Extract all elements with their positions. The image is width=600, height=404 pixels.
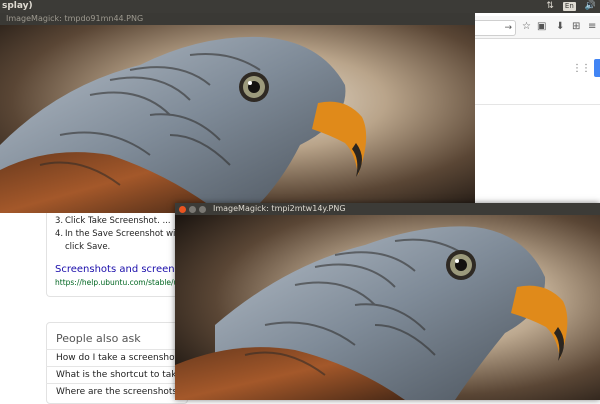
address-bar[interactable]: →	[475, 20, 516, 36]
paa-question[interactable]: How do I take a screenshot	[46, 349, 186, 366]
sign-in-button[interactable]	[594, 59, 600, 77]
people-also-ask-title: People also ask	[56, 332, 141, 345]
keyboard-layout-indicator[interactable]: En	[562, 2, 576, 11]
imagemagick-window-front[interactable]: ImageMagick: tmpi2mtw14y.PNG	[175, 203, 600, 400]
window-title: ImageMagick: tmpi2mtw14y.PNG	[213, 204, 346, 213]
imagemagick-window-back[interactable]: ImageMagick: tmpdo91mn44.PNG	[0, 13, 475, 213]
bird-image[interactable]	[0, 25, 475, 213]
minimize-icon[interactable]	[189, 206, 196, 213]
window-titlebar[interactable]: ImageMagick: tmpdo91mn44.PNG	[0, 13, 475, 25]
result-steps: 3. Click Take Screenshot. ... 4. In the Sa…	[55, 216, 186, 255]
top-panel: splay) ⇅ En 🔊	[0, 0, 600, 13]
menu-icon[interactable]: ≡	[588, 20, 596, 34]
network-icon[interactable]: ⇅	[546, 0, 554, 13]
bookmark-star-icon[interactable]: ☆	[522, 20, 531, 34]
close-icon[interactable]	[179, 206, 186, 213]
result-url: https://help.ubuntu.com/stable/ubun	[55, 278, 193, 287]
maximize-icon[interactable]	[199, 206, 206, 213]
browser-toolbar: → ☆ ▣ ⬇ ⊞ ≡	[475, 16, 600, 39]
step-item: 3. Click Take Screenshot. ...	[55, 216, 171, 226]
step-item: 4. In the Save Screenshot wind	[55, 229, 187, 239]
active-app-title: splay)	[2, 1, 33, 11]
window-title: ImageMagick: tmpdo91mn44.PNG	[6, 14, 144, 23]
extension-puzzle-icon[interactable]: ⊞	[572, 20, 580, 34]
step-item: click Save.	[65, 242, 111, 252]
paa-question[interactable]: Where are the screenshots s	[46, 383, 186, 400]
bird-image[interactable]	[175, 215, 600, 400]
paa-question[interactable]: What is the shortcut to take	[46, 366, 186, 383]
download-icon[interactable]: ⬇	[556, 20, 564, 34]
window-titlebar[interactable]: ImageMagick: tmpi2mtw14y.PNG	[175, 203, 600, 215]
header-divider	[475, 104, 600, 105]
extension-icon[interactable]: ▣	[537, 20, 546, 34]
volume-icon[interactable]: 🔊	[585, 0, 596, 13]
system-tray: ⇅ En 🔊	[546, 0, 596, 13]
go-icon[interactable]: →	[504, 21, 512, 35]
